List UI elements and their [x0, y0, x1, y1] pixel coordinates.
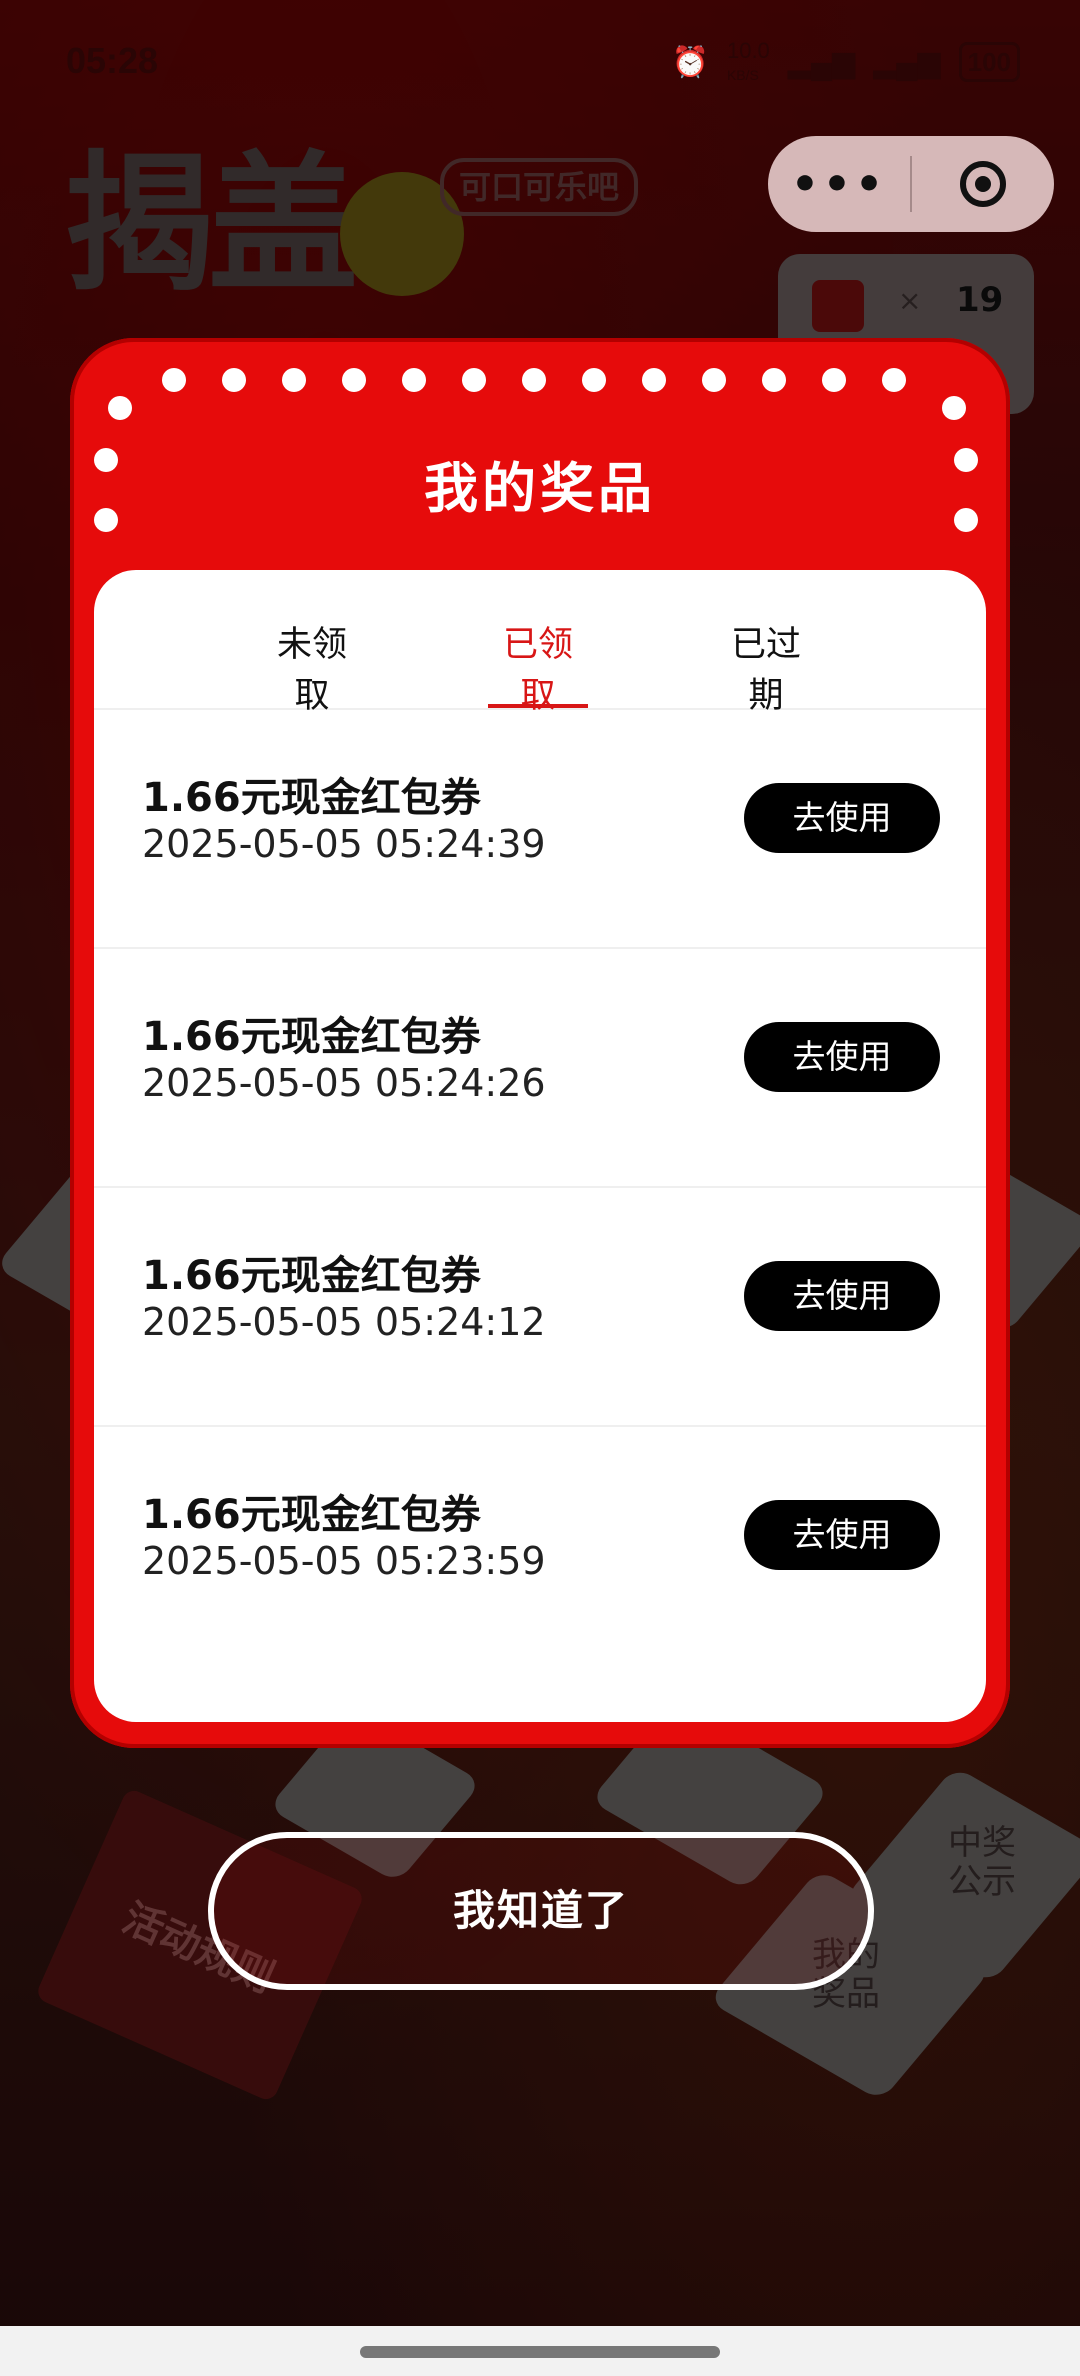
prize-name: 1.66元现金红包券 — [142, 1014, 481, 1060]
5g-signal-icon: ▂▄▆ — [873, 45, 941, 79]
system-nav-bar — [0, 2326, 1080, 2376]
light-bulb — [942, 396, 966, 420]
prize-panel: 未领取 已领取 已过期 1.66元现金红包券 2025-05-05 05:24:… — [94, 570, 986, 1722]
confirm-button[interactable]: 我知道了 — [208, 1832, 874, 1990]
network-speed: 10.0 KB/S — [726, 38, 770, 83]
prize-modal: 我的奖品 未领取 已领取 已过期 1.66元现金红包券 2025-05-05 0… — [70, 338, 1010, 1748]
use-button[interactable]: 去使用 — [744, 1261, 940, 1331]
close-target-icon[interactable] — [912, 161, 1054, 207]
status-time: 05:28 — [66, 40, 159, 81]
more-icon[interactable]: ••• — [768, 159, 910, 210]
light-bulb — [522, 368, 546, 392]
prize-row: 1.66元现金红包券 2025-05-05 05:23:59 去使用 — [94, 1427, 986, 1590]
prize-name: 1.66元现金红包券 — [142, 1253, 481, 1299]
prize-time: 2025-05-05 05:24:12 — [142, 1300, 546, 1344]
light-bulb — [882, 368, 906, 392]
light-bulb — [108, 396, 132, 420]
light-bulb — [342, 368, 366, 392]
alarm-icon: ⏰ — [671, 45, 709, 79]
prize-row: 1.66元现金红包券 2025-05-05 05:24:39 去使用 — [94, 710, 986, 949]
prize-time: 2025-05-05 05:24:26 — [142, 1061, 546, 1105]
light-bulb — [462, 368, 486, 392]
prize-tabs: 未领取 已领取 已过期 — [94, 570, 986, 716]
light-bulb — [642, 368, 666, 392]
tab-claimed[interactable]: 已领取 — [488, 616, 588, 716]
use-button[interactable]: 去使用 — [744, 1022, 940, 1092]
modal-title: 我的奖品 — [424, 457, 656, 520]
prize-time: 2025-05-05 05:23:59 — [142, 1539, 546, 1583]
light-bulb — [822, 368, 846, 392]
light-bulb — [702, 368, 726, 392]
5g-signal-icon: ▂▄▆ — [787, 45, 856, 79]
prize-list[interactable]: 1.66元现金红包券 2025-05-05 05:24:39 去使用 1.66元… — [94, 710, 986, 1590]
battery-icon: 100 — [958, 42, 1020, 82]
tab-unclaimed[interactable]: 未领取 — [262, 616, 362, 716]
use-button[interactable]: 去使用 — [744, 1500, 940, 1570]
prize-row: 1.66元现金红包券 2025-05-05 05:24:12 去使用 — [94, 1188, 986, 1427]
status-bar: 05:28 ⏰ 10.0 KB/S ▂▄▆ ▂▄▆ 100 — [0, 0, 1080, 120]
light-bulb — [402, 368, 426, 392]
prize-row: 1.66元现金红包券 2025-05-05 05:24:26 去使用 — [94, 949, 986, 1188]
status-icons: ⏰ 10.0 KB/S ▂▄▆ ▂▄▆ 100 — [672, 40, 1020, 84]
prize-time: 2025-05-05 05:24:39 — [142, 822, 546, 866]
light-bulb — [762, 368, 786, 392]
light-bulb — [282, 368, 306, 392]
light-bulb — [222, 368, 246, 392]
home-indicator[interactable] — [360, 2346, 720, 2358]
prize-name: 1.66元现金红包券 — [142, 1492, 481, 1538]
prize-name: 1.66元现金红包券 — [142, 775, 481, 821]
use-button[interactable]: 去使用 — [744, 783, 940, 853]
light-bulb — [582, 368, 606, 392]
tab-expired[interactable]: 已过期 — [716, 616, 816, 716]
light-bulb — [162, 368, 186, 392]
mini-program-capsule: ••• — [768, 136, 1054, 232]
